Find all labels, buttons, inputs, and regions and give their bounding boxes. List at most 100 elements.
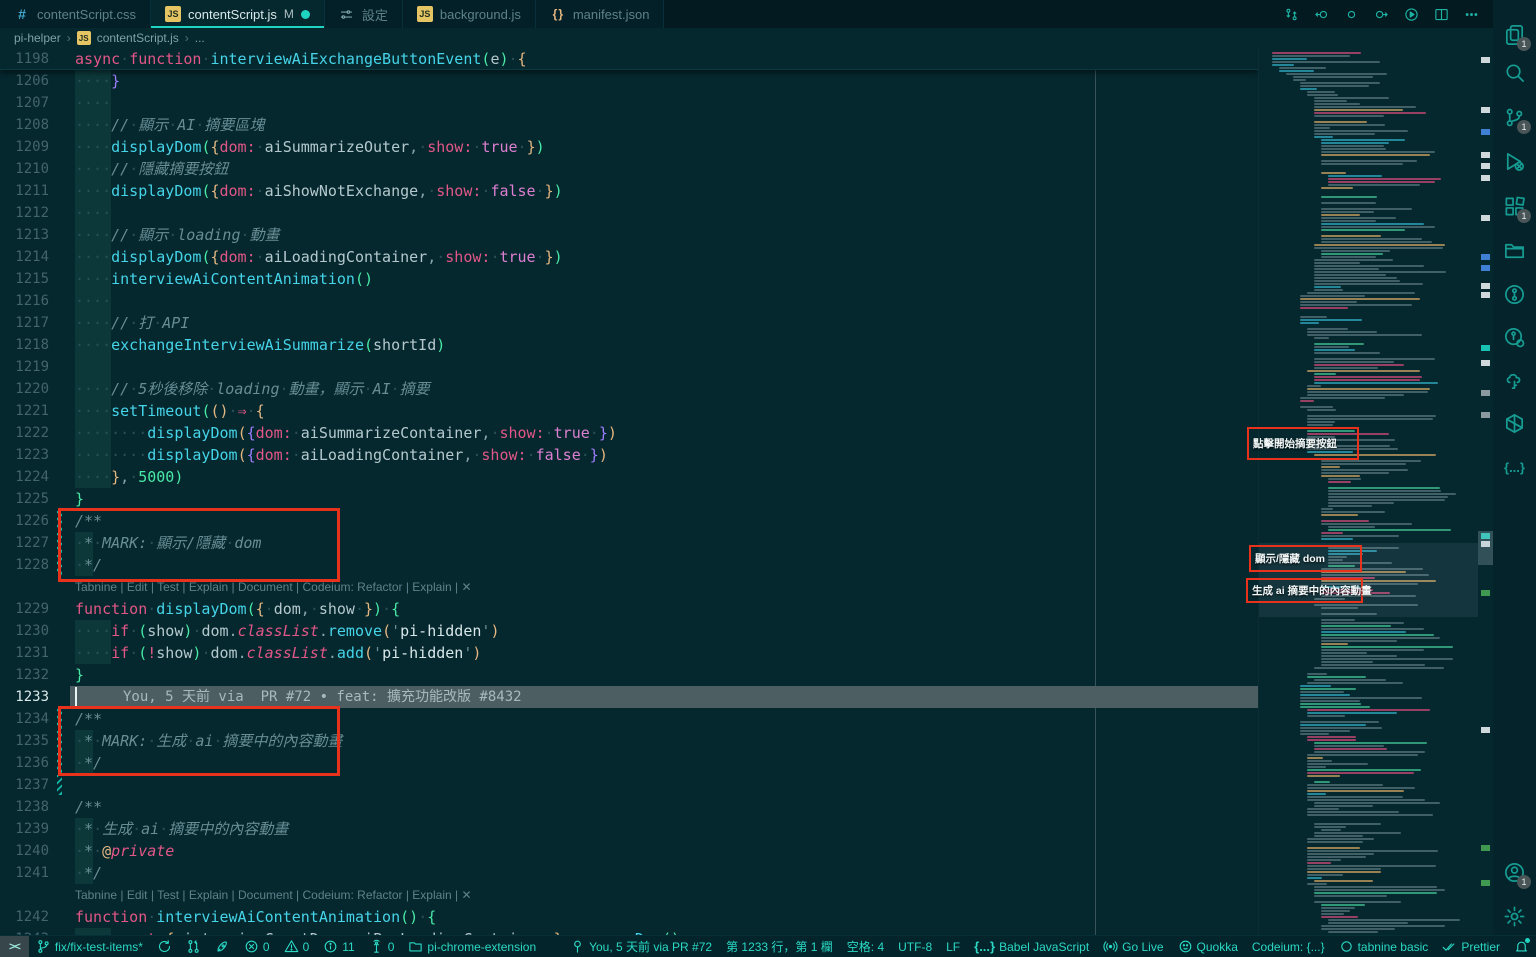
status-item-sync-icon[interactable]	[150, 936, 179, 957]
code-line[interactable]: 1229function·displayDom({·dom,·show·})·{	[0, 598, 1258, 620]
status-item-Quokka[interactable]: Quokka	[1171, 936, 1245, 957]
status-item-Prettier[interactable]: Prettier	[1435, 936, 1507, 957]
breadcrumb[interactable]: pi-helper › JS contentScript.js › ...	[0, 28, 1493, 48]
code-line[interactable]: 1206····}	[0, 70, 1258, 92]
code-line[interactable]: 1240·*·@private	[0, 840, 1258, 862]
code-line[interactable]: 1210····//·隱藏摘要按鈕	[0, 158, 1258, 180]
status-item-tabnine basic[interactable]: tabnine basic	[1332, 936, 1436, 957]
status-item-You, 5 天前 via PR #72[interactable]: You, 5 天前 via PR #72	[563, 936, 719, 957]
code-line[interactable]: 1207····	[0, 92, 1258, 114]
code-line[interactable]: 1209····displayDom({dom:·aiSummarizeOute…	[0, 136, 1258, 158]
status-item-0[interactable]: 0	[362, 936, 402, 957]
code-line[interactable]: 1224····},·5000)	[0, 466, 1258, 488]
debug-icon	[1503, 150, 1526, 173]
code-pane[interactable]: 1198async·function·interviewAiExchangeBu…	[0, 48, 1258, 935]
status-item-LF[interactable]: LF	[939, 936, 967, 957]
code-line[interactable]: 1222········displayDom({dom:·aiSummarize…	[0, 422, 1258, 444]
status-item-><[interactable]: ><	[0, 936, 29, 957]
activity-folder-icon[interactable]	[1493, 230, 1536, 270]
status-item-rocket-icon[interactable]	[208, 936, 237, 957]
activity-extensions-icon[interactable]: 1	[1493, 186, 1536, 226]
code-line[interactable]: 1212····	[0, 202, 1258, 224]
line-number: 1221	[0, 400, 70, 422]
nav-forward-icon[interactable]	[1374, 7, 1389, 22]
code-line[interactable]: 1220····//·5秒後移除·loading·動畫，顯示·AI·摘要	[0, 378, 1258, 400]
line-number: 1242	[0, 906, 70, 928]
activity-debug-icon[interactable]	[1493, 141, 1536, 181]
code-line[interactable]: 1216····	[0, 290, 1258, 312]
status-item-第 1233 行，第 1 欄[interactable]: 第 1233 行，第 1 欄	[719, 936, 840, 957]
status-item-0[interactable]: 0	[237, 936, 277, 957]
tab-contentScript.js[interactable]: JScontentScript.jsM	[151, 0, 325, 28]
status-item-fix/fix-test-items*[interactable]: fix/fix-test-items*	[29, 936, 150, 957]
code-line[interactable]: 1223········displayDom({dom:·aiLoadingCo…	[0, 444, 1258, 466]
status-item-空格: 4[interactable]: 空格: 4	[840, 936, 891, 957]
code-line[interactable]: 1231····if·(!show)·dom.classList.add('pi…	[0, 642, 1258, 664]
activity-account-icon[interactable]: 1	[1493, 852, 1536, 892]
tab-background.js[interactable]: JSbackground.js	[403, 0, 536, 28]
scrollbar-thumb[interactable]	[1478, 531, 1493, 565]
code-line[interactable]: 1243····const·{·interviewCountDom,·aiPre…	[0, 928, 1258, 935]
code-line[interactable]: 1221····setTimeout(()·⇒·{	[0, 400, 1258, 422]
split-editor-icon[interactable]	[1434, 7, 1449, 22]
code-line[interactable]: 1213····//·顯示·loading·動畫	[0, 224, 1258, 246]
line-number: 1240	[0, 840, 70, 862]
git-status-letter: M	[284, 7, 294, 21]
codelens[interactable]: Tabnine | Edit | Test | Explain | Docume…	[0, 884, 1258, 906]
breadcrumb-file[interactable]: contentScript.js	[97, 31, 179, 45]
nav-circle-icon[interactable]	[1344, 7, 1359, 22]
code-line[interactable]: 1237	[0, 774, 1258, 796]
code-line[interactable]: 1241·*/	[0, 862, 1258, 884]
tab-設定[interactable]: 設定	[325, 0, 403, 28]
status-item-11[interactable]: 11	[316, 936, 361, 957]
code-line[interactable]: 1219	[0, 356, 1258, 378]
status-item-Babel JavaScript[interactable]: {...}Babel JavaScript	[967, 936, 1096, 957]
overview-ruler[interactable]	[1478, 48, 1493, 935]
code-line[interactable]: 1208····//·顯示·AI·摘要區塊	[0, 114, 1258, 136]
line-number: 1230	[0, 620, 70, 642]
status-item-0[interactable]: 0	[277, 936, 317, 957]
activity-source-control-icon[interactable]: 1	[1493, 97, 1536, 137]
status-item-UTF-8[interactable]: UTF-8	[891, 936, 939, 957]
run-circle-icon[interactable]	[1404, 7, 1419, 22]
breadcrumb-more[interactable]: ...	[195, 31, 205, 45]
more-ellipsis-icon[interactable]	[1464, 7, 1479, 22]
sticky-scroll-line[interactable]: 1198async·function·interviewAiExchangeBu…	[0, 48, 1258, 70]
badge: 1	[1517, 37, 1531, 51]
codelens-links[interactable]: Tabnine | Edit | Test | Explain | Docume…	[70, 884, 1258, 906]
git-compare-icon[interactable]	[1284, 7, 1299, 22]
activity-gitlens-inspect-icon[interactable]	[1493, 317, 1536, 357]
code-line[interactable]: 1238/**	[0, 796, 1258, 818]
activity-hexagon-icon[interactable]	[1493, 403, 1536, 443]
breadcrumb-root[interactable]: pi-helper	[14, 31, 61, 45]
ruler-decoration	[1481, 215, 1490, 221]
status-item-Go Live[interactable]: Go Live	[1096, 936, 1170, 957]
activity-test-tree-icon[interactable]	[1493, 360, 1536, 400]
code-line[interactable]: 1232}	[0, 664, 1258, 686]
activity-gear-icon[interactable]	[1493, 896, 1536, 936]
code-line[interactable]: 1242function·interviewAiContentAnimation…	[0, 906, 1258, 928]
activity-pages-icon[interactable]: 1	[1493, 14, 1536, 54]
tab-label: manifest.json	[573, 7, 650, 22]
status-item-pi-chrome-extension[interactable]: pi-chrome-extension	[401, 936, 543, 957]
status-item-Codeium: {...}[interactable]: Codeium: {...}	[1245, 936, 1332, 957]
tab-contentScript.css[interactable]: #contentScript.css	[0, 0, 151, 28]
modified-dot-icon[interactable]	[301, 10, 310, 19]
minimap[interactable]	[1258, 48, 1478, 935]
activity-braces-icon[interactable]: {...}	[1493, 447, 1536, 487]
code-line[interactable]: 1225}	[0, 488, 1258, 510]
tab-manifest.json[interactable]: { }manifest.json	[536, 0, 665, 28]
status-item-pr-icon[interactable]	[179, 936, 208, 957]
nav-back-icon[interactable]	[1314, 7, 1329, 22]
code-line[interactable]: 1230····if·(show)·dom.classList.remove('…	[0, 620, 1258, 642]
status-item-bell-icon[interactable]	[1507, 936, 1536, 957]
code-line[interactable]: 1214····displayDom({dom:·aiLoadingContai…	[0, 246, 1258, 268]
activity-search-icon[interactable]	[1493, 52, 1536, 92]
code-line[interactable]: 1233You, 5 天前 via PR #72 • feat: 擴充功能改版 …	[0, 686, 1258, 708]
code-line[interactable]: 1239·*·生成·ai·摘要中的內容動畫	[0, 818, 1258, 840]
code-line[interactable]: 1215····interviewAiContentAnimation()	[0, 268, 1258, 290]
code-line[interactable]: 1211····displayDom({dom:·aiShowNotExchan…	[0, 180, 1258, 202]
code-line[interactable]: 1218····exchangeInterviewAiSummarize(sho…	[0, 334, 1258, 356]
code-line[interactable]: 1217····//·打·API	[0, 312, 1258, 334]
activity-gitlens-icon[interactable]	[1493, 274, 1536, 314]
